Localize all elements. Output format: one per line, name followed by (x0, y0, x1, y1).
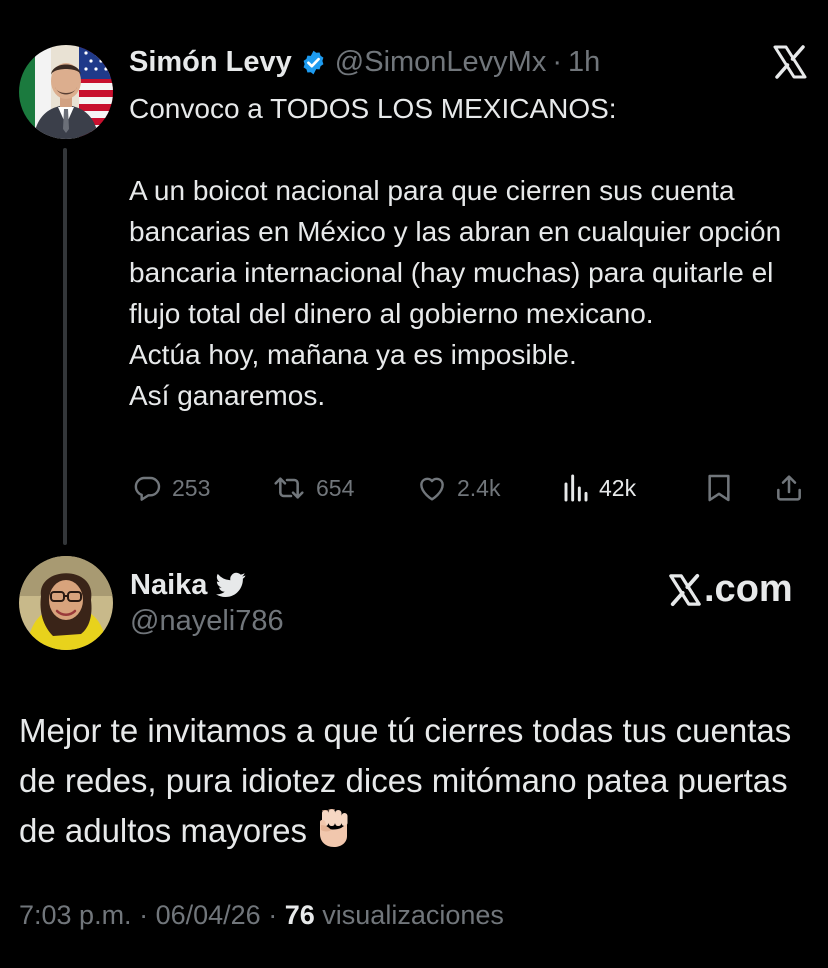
like-count: 2.4k (457, 474, 501, 501)
reply-time[interactable]: 7:03 p.m. (19, 900, 132, 930)
naika-avatar[interactable] (19, 556, 113, 650)
x-logo-icon (669, 573, 701, 606)
retweet-icon (274, 477, 304, 499)
retweet-button[interactable]: 654 (271, 470, 354, 506)
simon-levy-avatar[interactable] (19, 45, 113, 139)
reply-metadata: 7:03 p.m. · 06/04/26 · 76 visualizacione… (19, 900, 504, 931)
original-tweet-header: Simón Levy @SimonLevyMx · 1h (129, 42, 600, 82)
bookmark-button[interactable] (704, 470, 734, 506)
twitter-bird-icon (216, 572, 246, 598)
raised-fist-emoji-icon (313, 808, 351, 862)
reply-count: 253 (172, 474, 211, 501)
original-tweet-text: Convoco a TODOS LOS MEXICANOS: A un boic… (129, 88, 809, 416)
author-handle[interactable]: @SimonLevyMx (335, 46, 547, 79)
bookmark-icon (708, 474, 730, 502)
thread-connector-line (63, 148, 67, 545)
reply-author-name[interactable]: Naika (130, 569, 207, 602)
like-button[interactable]: 2.4k (416, 470, 500, 506)
views-icon (564, 474, 588, 502)
reply-author-handle[interactable]: @nayeli786 (130, 605, 284, 638)
reply-views-label: visualizaciones (322, 900, 504, 930)
share-icon (777, 475, 801, 501)
xcom-label: .com (704, 568, 793, 610)
reply-author-row: Naika (130, 565, 246, 605)
meta-separator: · (139, 900, 149, 930)
tweet-time[interactable]: 1h (568, 46, 600, 79)
heart-icon (420, 477, 444, 501)
retweet-count: 654 (316, 474, 355, 501)
meta-separator: · (268, 900, 278, 930)
verified-badge-icon (300, 49, 327, 76)
views-count: 42k (599, 474, 637, 501)
share-button[interactable] (773, 470, 805, 506)
views-button[interactable]: 42k (562, 470, 636, 506)
tweet-paragraph: Convoco a TODOS LOS MEXICANOS: (129, 93, 617, 124)
header-separator: · (552, 45, 563, 78)
author-name[interactable]: Simón Levy (129, 46, 292, 79)
tweet-paragraph: A un boicot nacional para que cierren su… (129, 175, 782, 329)
x-logo-icon[interactable] (772, 44, 808, 80)
reply-icon (134, 476, 161, 501)
reply-date[interactable]: 06/04/26 (156, 900, 261, 930)
reply-body: Mejor te invitamos a que tú cierres toda… (19, 712, 792, 849)
reply-views-count[interactable]: 76 (285, 900, 315, 930)
reply-button[interactable]: 253 (131, 470, 210, 506)
tweet-paragraph: Así ganaremos. (129, 380, 326, 411)
xcom-watermark: .com (668, 568, 793, 611)
tweet-paragraph: Actúa hoy, mañana ya es imposible. (129, 339, 577, 370)
reply-tweet-text: Mejor te invitamos a que tú cierres toda… (19, 706, 809, 862)
